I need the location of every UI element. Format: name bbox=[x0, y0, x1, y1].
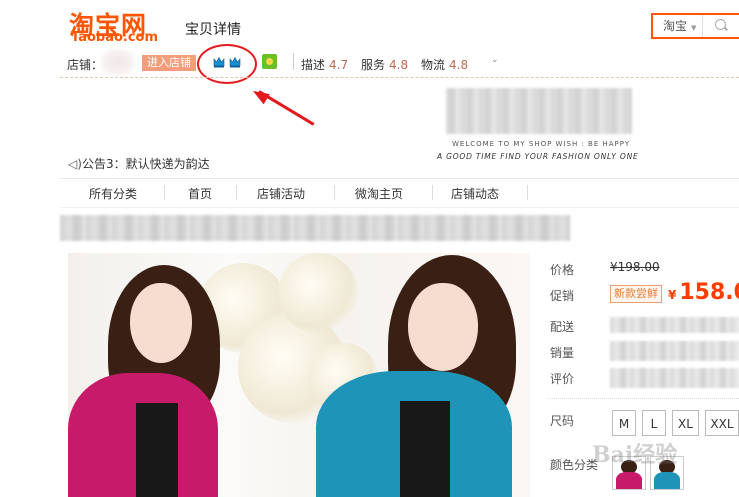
nav-item-shop-news[interactable]: 店铺动态 bbox=[451, 185, 499, 202]
product-title-blurred bbox=[60, 215, 570, 241]
nav-separator bbox=[527, 185, 528, 200]
search-icon[interactable] bbox=[715, 19, 726, 30]
review-info-blurred bbox=[610, 368, 739, 388]
rating-value: 4.8 bbox=[449, 58, 469, 72]
promo-price-value: 158.0 bbox=[679, 280, 739, 305]
nav-separator bbox=[432, 185, 433, 200]
banner-tagline: A GOOD TIME FIND YOUR FASHION ONLY ONE bbox=[437, 152, 639, 161]
nav-separator bbox=[164, 185, 165, 200]
original-price: ¥198.00 bbox=[610, 260, 660, 274]
sales-label: 销量 bbox=[550, 346, 575, 360]
nav-separator bbox=[334, 185, 335, 200]
currency-symbol: ¥ bbox=[668, 288, 677, 302]
nav-item-home[interactable]: 首页 bbox=[188, 185, 212, 202]
divider bbox=[548, 398, 739, 399]
rating-label: 服务 bbox=[361, 58, 386, 72]
taobao-logo-en[interactable]: Taobao.com bbox=[71, 30, 158, 45]
rating-value: 4.7 bbox=[329, 58, 349, 72]
chevron-down-icon: ▼ bbox=[691, 24, 697, 32]
shop-banner-blurred bbox=[446, 88, 632, 134]
annotation-circle bbox=[197, 44, 257, 84]
promo-label: 促销 bbox=[550, 289, 575, 303]
rating-logistics: 物流 4.8 bbox=[421, 56, 468, 73]
rating-value: 4.8 bbox=[389, 58, 409, 72]
baidu-watermark: Bai经验 bbox=[592, 442, 678, 468]
page-title: 宝贝详情 bbox=[185, 22, 241, 38]
notice-text: 公告3：默认快递为韵达 bbox=[82, 157, 210, 171]
product-main-image[interactable] bbox=[68, 253, 530, 497]
promo-price: ¥158.0 bbox=[668, 280, 739, 305]
review-label: 评价 bbox=[550, 372, 575, 386]
size-option-xxl[interactable]: XXL bbox=[705, 410, 739, 436]
speaker-icon: ◁) bbox=[68, 157, 82, 171]
divider bbox=[60, 77, 739, 78]
shop-label: 店铺： bbox=[67, 58, 104, 72]
divider bbox=[293, 53, 294, 70]
rating-description: 描述 4.7 bbox=[301, 56, 348, 73]
divider bbox=[60, 207, 739, 208]
rating-label: 物流 bbox=[421, 58, 446, 72]
shop-notice: ◁)公告3：默认快递为韵达 bbox=[68, 155, 210, 172]
sales-info-blurred bbox=[610, 341, 739, 361]
banner-welcome: WELCOME TO MY SHOP WISH : BE HAPPY bbox=[452, 140, 631, 148]
size-option-m[interactable]: M bbox=[612, 410, 636, 436]
shop-name-blurred[interactable] bbox=[100, 48, 136, 76]
promo-badge: 新款尝鲜 bbox=[610, 285, 662, 303]
nav-item-shop-events[interactable]: 店铺活动 bbox=[257, 185, 305, 202]
nav-separator bbox=[236, 185, 237, 200]
shop-nav: 所有分类 首页 店铺活动 微淘主页 店铺动态 bbox=[60, 179, 739, 207]
color-label: 颜色分类 bbox=[550, 458, 599, 472]
price-label: 价格 bbox=[550, 263, 575, 277]
search-box[interactable]: 淘宝 ▼ bbox=[651, 13, 739, 39]
rating-service: 服务 4.8 bbox=[361, 56, 408, 73]
size-label: 尺码 bbox=[550, 414, 575, 428]
nav-item-weitao[interactable]: 微淘主页 bbox=[355, 185, 403, 202]
rating-label: 描述 bbox=[301, 58, 326, 72]
enter-shop-button[interactable]: 进入店铺 bbox=[142, 55, 196, 71]
size-option-l[interactable]: L bbox=[642, 410, 666, 436]
shipping-info-blurred bbox=[610, 317, 739, 333]
shipping-label: 配送 bbox=[550, 320, 575, 334]
chevron-down-icon[interactable]: ⌄ bbox=[491, 55, 499, 65]
consumer-protection-icon[interactable] bbox=[262, 54, 277, 69]
search-scope-label: 淘宝 bbox=[663, 19, 688, 33]
size-option-xl[interactable]: XL bbox=[672, 410, 699, 436]
annotation-arrow-head bbox=[249, 85, 270, 105]
nav-item-all-categories[interactable]: 所有分类 bbox=[89, 185, 137, 202]
search-scope-select[interactable]: 淘宝 ▼ bbox=[653, 15, 703, 37]
